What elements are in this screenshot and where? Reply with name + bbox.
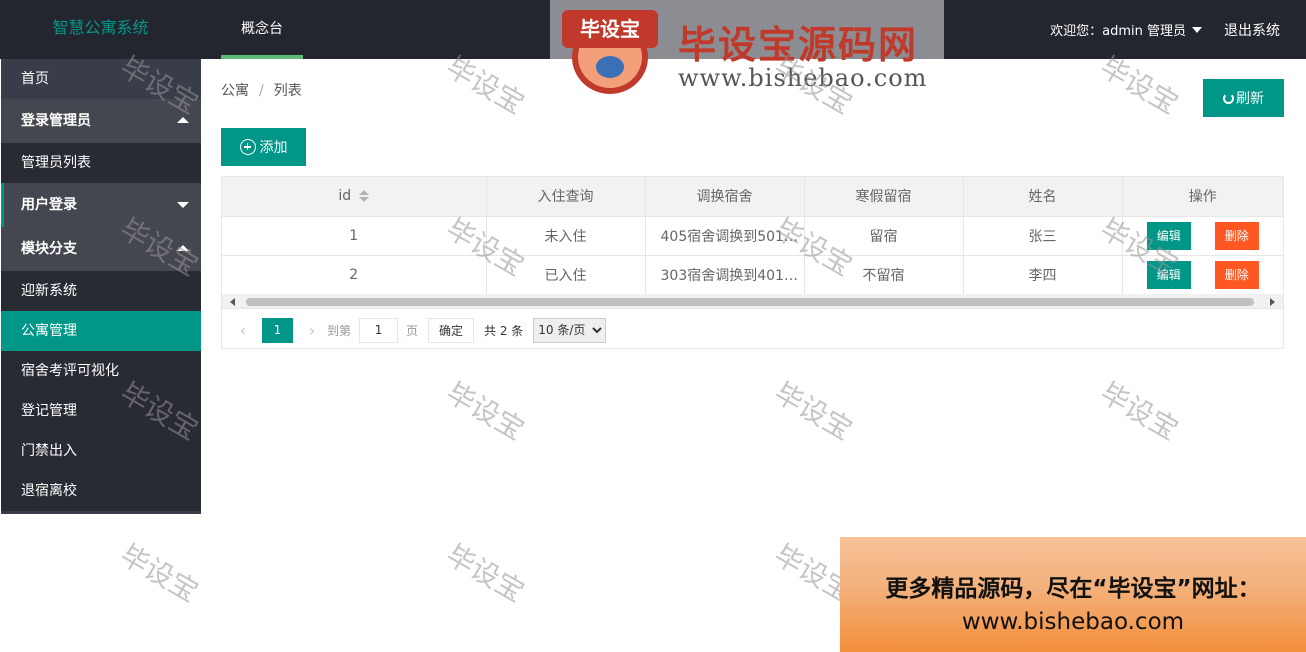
total-count: 共 2 条 [484,323,524,338]
caret-up-icon [177,245,189,251]
breadcrumb-separator: / [259,83,264,99]
sidebar-item-dorm-eval[interactable]: 宿舍考评可视化 [1,351,201,391]
watermark-text: 毕设宝 [114,538,204,609]
app-logo: 智慧公寓系统 [52,18,149,37]
mascot-badge: 毕设宝 [562,10,658,48]
add-button[interactable]: 添加 [221,128,306,166]
caret-down-icon [1192,26,1202,33]
goto-page-input[interactable] [359,317,399,343]
add-label: 添加 [259,139,288,155]
column-header-actions: 操作 [1122,177,1283,217]
table-row: 2 已入住 303宿舍调换到401宿舍 不留宿 李四 编辑 删除 [222,255,1283,295]
column-header-checkin: 入住查询 [486,177,646,217]
promo-banner: 更多精品源码，尽在“毕设宝”网址： www.bishebao.com [840,537,1306,652]
cell-winter: 不留宿 [804,255,964,295]
mascot-icon: 毕设宝 [562,8,658,96]
cell-winter: 留宿 [804,216,964,256]
watermark-text: 毕设宝 [440,376,530,447]
refresh-button[interactable]: 刷新 [1203,79,1284,117]
cell-actions: 编辑 删除 [1122,255,1283,295]
table-row: 1 未入住 405宿舍调换到501宿舍 留宿 张三 编辑 删除 [222,216,1283,256]
delete-button[interactable]: 删除 [1214,221,1259,250]
sidebar-group-modules[interactable]: 模块分支 [1,227,201,271]
page-label: 页 [406,323,419,338]
scrollbar-thumb[interactable] [246,298,1254,306]
sidebar-item-access[interactable]: 门禁出入 [1,431,201,471]
column-header-winter: 寒假留宿 [804,177,964,217]
promo-url: www.bishebao.com [961,609,1185,635]
page-size-select[interactable]: 10 条/页 [533,317,607,343]
breadcrumb-list: 列表 [273,83,302,99]
sidebar-item-registration[interactable]: 登记管理 [1,391,201,431]
prev-page-icon[interactable]: ‹ [236,316,250,344]
watermark-text: 毕设宝 [768,376,858,447]
sort-icon[interactable] [359,190,370,203]
watermark-text: 毕设宝 [440,538,530,609]
watermark-text: 毕设宝 [1094,376,1184,447]
sidebar-group-label: 用户登录 [21,197,77,213]
sidebar-group-user-login[interactable]: 用户登录 [1,183,201,227]
mascot-eye [596,56,624,78]
sidebar-group-label: 模块分支 [21,241,77,257]
refresh-label: 刷新 [1236,90,1264,106]
scroll-right-icon[interactable] [1270,298,1275,306]
cell-checkin: 未入住 [486,216,646,256]
refresh-icon [1223,92,1234,104]
watermark-banner: 毕设宝 毕设宝源码网 www.bishebao.com [550,0,944,104]
user-menu[interactable]: 欢迎您：admin 管理员 [1050,20,1202,39]
current-page[interactable]: 1 [262,317,293,343]
sidebar-item-checkout[interactable]: 退宿离校 [1,471,201,511]
banner-title: 毕设宝源码网 [678,23,919,67]
nav-tab-console[interactable]: 概念台 [221,0,303,59]
cell-swap: 405宿舍调换到501宿舍 [645,216,805,256]
cell-swap: 303宿舍调换到401宿舍 [645,255,805,295]
pagination: ‹ 1 › 到第 页 确定 共 2 条 10 条/页 [222,316,1283,344]
sidebar-group-admin-login[interactable]: 登录管理员 [1,99,201,143]
next-page-icon[interactable]: › [305,316,319,344]
caret-down-icon [177,202,189,208]
breadcrumb-apartment[interactable]: 公寓 [221,83,249,99]
table-header-row: id 入住查询 调换宿舍 寒假留宿 姓名 操作 [222,177,1283,217]
welcome-text: 欢迎您：admin 管理员 [1050,24,1186,39]
cell-name: 李四 [963,255,1123,295]
cell-checkin: 已入住 [486,255,646,295]
column-header-swap: 调换宿舍 [645,177,805,217]
goto-label: 到第 [327,323,352,338]
caret-up-icon [177,117,189,123]
logout-link[interactable]: 退出系统 [1224,20,1280,40]
sidebar-item-home[interactable]: 首页 [1,59,201,99]
banner-url: www.bishebao.com [678,64,928,92]
sidebar-item-orientation[interactable]: 迎新系统 [1,271,201,311]
cell-id: 2 [222,255,487,295]
horizontal-scrollbar[interactable] [222,294,1283,309]
sidebar-item-admin-list[interactable]: 管理员列表 [1,143,201,183]
sidebar-group-label: 登录管理员 [21,113,91,129]
column-header-name: 姓名 [963,177,1123,217]
edit-button[interactable]: 编辑 [1146,260,1191,289]
cell-actions: 编辑 删除 [1122,216,1283,256]
scroll-left-icon[interactable] [230,298,235,306]
confirm-button[interactable]: 确定 [428,317,475,343]
breadcrumb: 公寓 / 列表 [221,80,302,100]
page: 智慧公寓系统 概念台 欢迎您：admin 管理员 退出系统 毕设宝 毕设宝源码网… [0,0,1306,652]
cell-name: 张三 [963,216,1123,256]
data-table: id 入住查询 调换宿舍 寒假留宿 姓名 操作 1 未入住 405宿舍调换到50… [221,176,1284,349]
column-header-id[interactable]: id [222,177,487,217]
sidebar: 首页 登录管理员 管理员列表 用户登录 模块分支 迎新系统 公寓管理 宿舍考评可… [1,59,201,514]
promo-line1: 更多精品源码，尽在“毕设宝”网址： [885,576,1261,602]
sidebar-item-apartment[interactable]: 公寓管理 [1,311,201,351]
delete-button[interactable]: 删除 [1214,260,1259,289]
edit-button[interactable]: 编辑 [1146,221,1191,250]
header-right: 欢迎您：admin 管理员 退出系统 [1050,0,1280,59]
cell-id: 1 [222,216,487,256]
plus-circle-icon [239,139,256,155]
